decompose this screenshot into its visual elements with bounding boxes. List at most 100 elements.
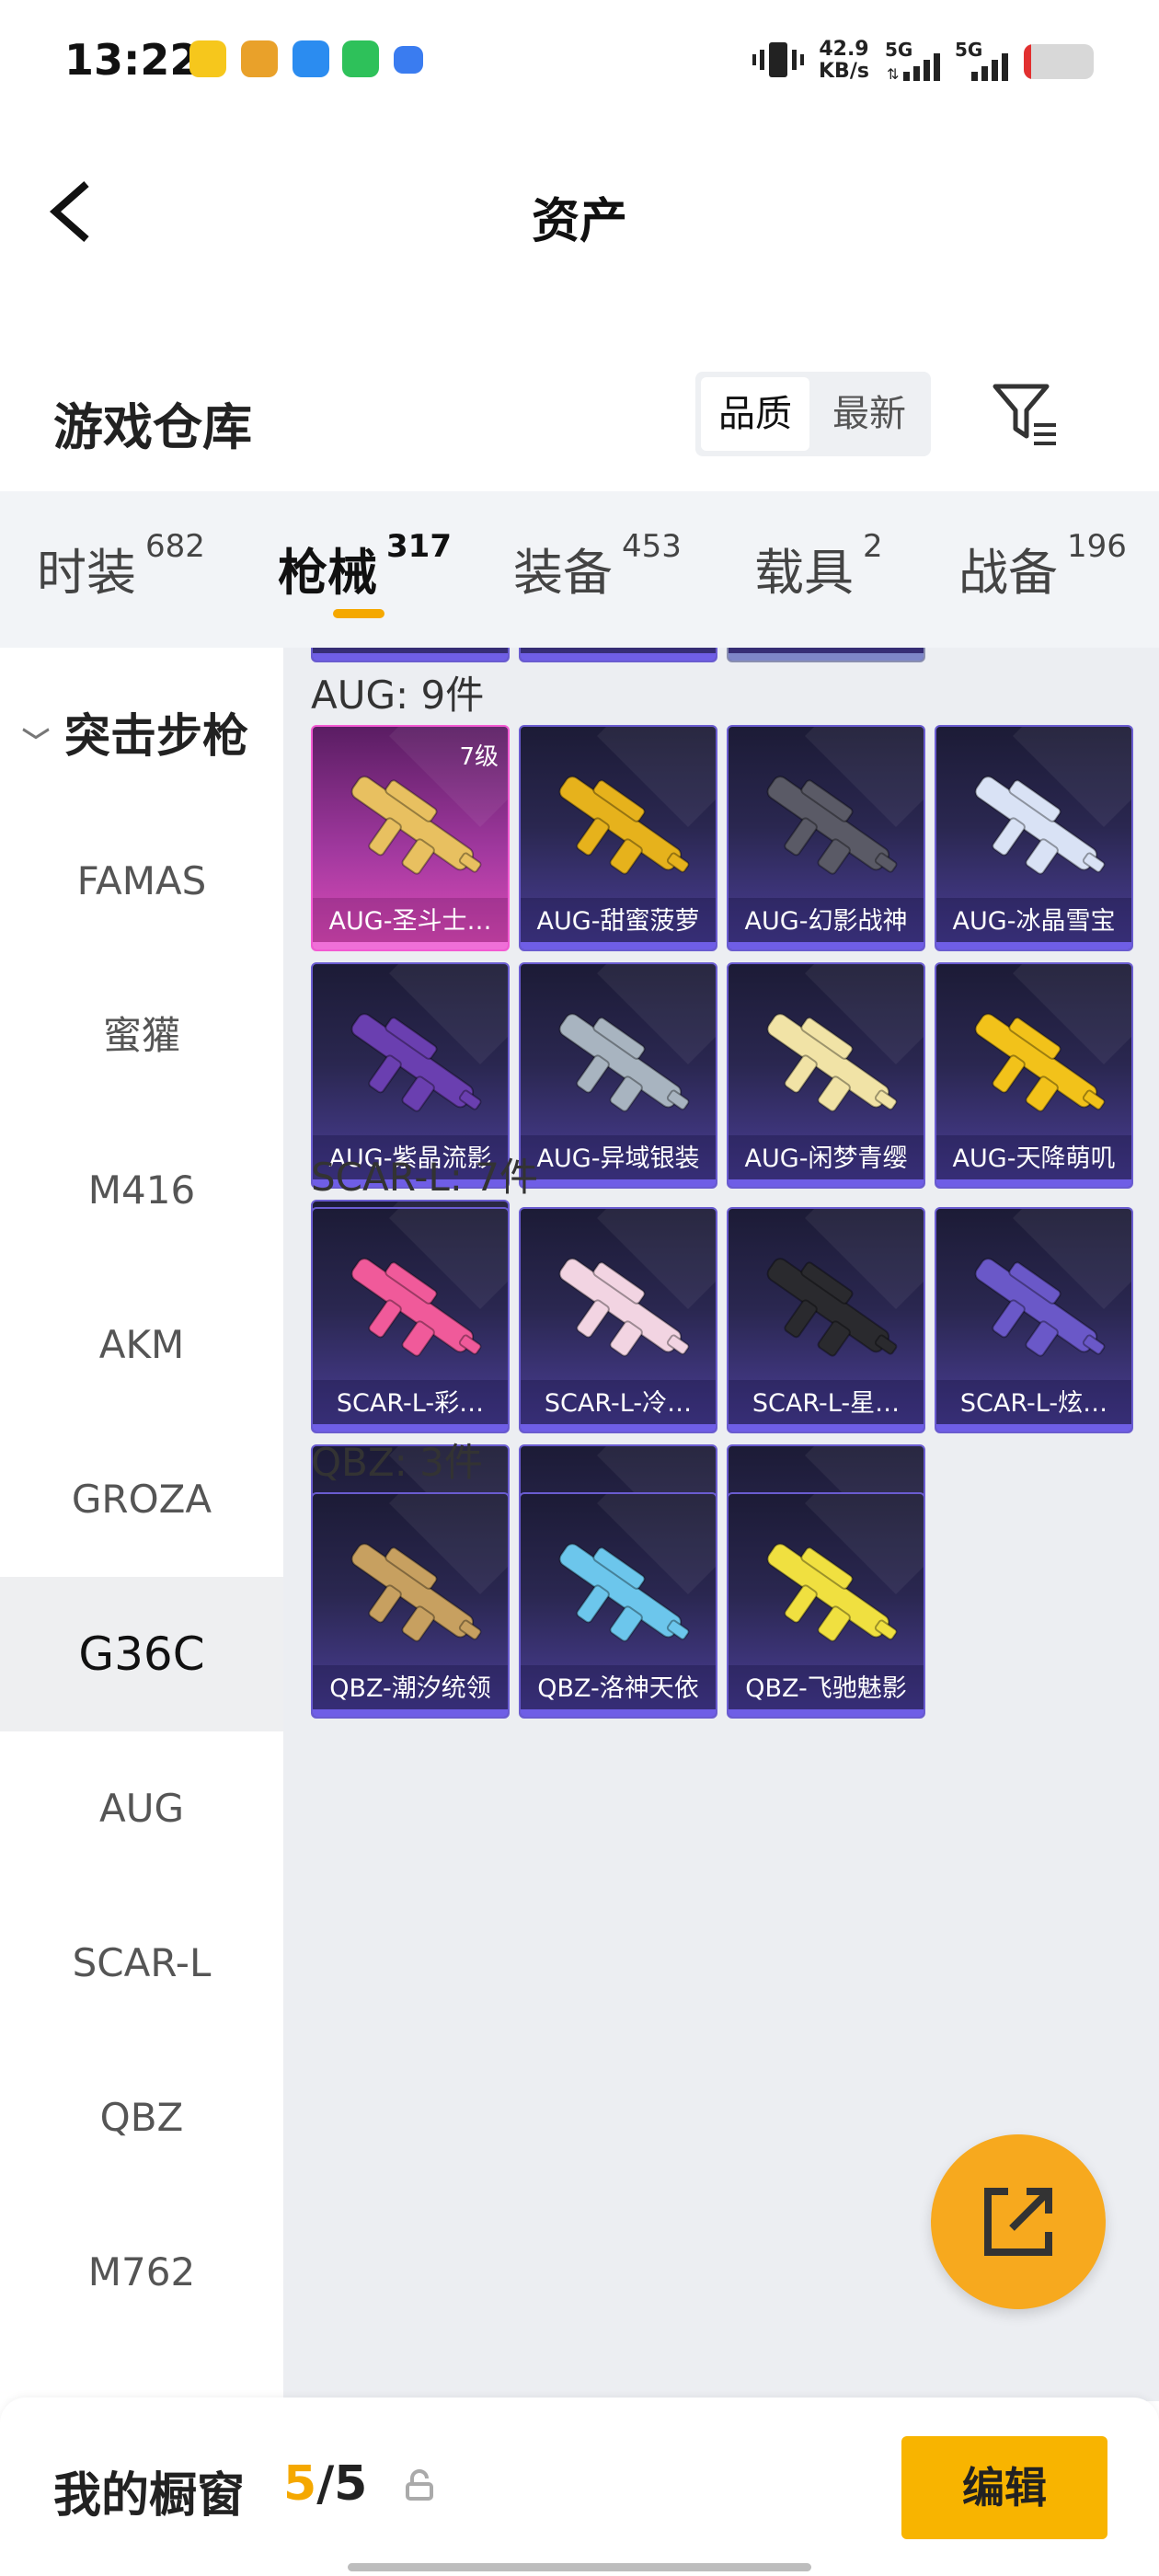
share-external-icon xyxy=(984,2188,1052,2256)
gun-image xyxy=(558,1013,690,1112)
skin-card[interactable]: AUG-冰晶雪宝 xyxy=(935,725,1133,951)
sidebar-item-honey-badger[interactable]: 蜜獾 xyxy=(0,959,283,1113)
skin-name xyxy=(521,648,716,661)
sidebar-item-groza[interactable]: GROZA xyxy=(0,1422,283,1577)
tab-fashion[interactable]: 时装 682 xyxy=(37,528,205,604)
skin-name: QBZ-潮汐统领 xyxy=(313,1665,508,1717)
skin-name: AUG-幻影战神 xyxy=(729,898,924,949)
game-app-icon-2 xyxy=(241,40,278,77)
skin-card[interactable]: AUG-幻影战神 xyxy=(727,725,925,951)
skin-card[interactable]: SCAR-L-彩… xyxy=(311,1207,510,1433)
sidebar-item-g36c[interactable]: G36C xyxy=(0,1577,283,1731)
sidebar-item-scar-l[interactable]: SCAR-L xyxy=(0,1886,283,2041)
vibrate-icon xyxy=(752,42,804,77)
gun-image xyxy=(350,1543,482,1642)
skin-name: SCAR-L-星… xyxy=(729,1380,924,1432)
status-time: 13:22 xyxy=(64,35,200,85)
sort-option-quality[interactable]: 品质 xyxy=(701,377,809,451)
skin-name: SCAR-L-冷… xyxy=(521,1380,716,1432)
gun-image xyxy=(974,776,1106,875)
skin-name: SCAR-L-彩… xyxy=(313,1380,508,1432)
skin-name: AUG-闲梦青缨 xyxy=(729,1135,924,1187)
skin-name: SCAR-L-炫… xyxy=(936,1380,1131,1432)
skin-card[interactable]: SCAR-L-炫… xyxy=(935,1207,1133,1433)
skin-card-partial[interactable] xyxy=(311,648,510,662)
section-title: 游戏仓库 xyxy=(53,398,252,456)
skin-card[interactable]: SCAR-L-冷… xyxy=(519,1207,717,1433)
gun-image xyxy=(350,1013,482,1112)
group-title: QBZ: 3件 xyxy=(311,1440,483,1485)
skin-card[interactable]: 7级 AUG-圣斗士… xyxy=(311,725,510,951)
skin-name: AUG-圣斗士… xyxy=(313,898,508,949)
svg-text:⇅: ⇅ xyxy=(887,65,899,81)
skin-name: AUG-冰晶雪宝 xyxy=(936,898,1131,949)
gun-image xyxy=(558,776,690,875)
skin-card[interactable]: AUG-甜蜜菠萝 xyxy=(519,725,717,951)
showcase-label: 我的橱窗 xyxy=(53,2468,246,2524)
skin-card[interactable]: QBZ-飞驰魅影 xyxy=(727,1492,925,1719)
gun-image xyxy=(766,776,898,875)
skin-card[interactable]: AUG-天降萌叽 xyxy=(935,962,1133,1189)
tab-equipment[interactable]: 装备 453 xyxy=(513,528,682,604)
gun-image xyxy=(766,1258,898,1357)
page-title: 资产 xyxy=(531,194,627,249)
skin-card[interactable]: AUG-闲梦青缨 xyxy=(727,962,925,1189)
skin-name: QBZ-飞驰魅影 xyxy=(729,1665,924,1717)
skin-name xyxy=(313,648,508,661)
showcase-count: 5/5 xyxy=(283,2456,368,2512)
skin-card-partial[interactable] xyxy=(519,648,717,662)
battery-icon xyxy=(1024,44,1094,79)
skin-card[interactable]: QBZ-洛神天依 xyxy=(519,1492,717,1719)
skin-name: AUG-异域银装 xyxy=(521,1135,716,1187)
gun-image xyxy=(974,1013,1106,1112)
sidebar-item-aug[interactable]: AUG xyxy=(0,1731,283,1886)
category-tabs: 时装 682 枪械 317 装备 453 载具 2 战备 196 xyxy=(0,491,1159,648)
group-title: AUG: 9件 xyxy=(311,673,485,718)
sidebar-item-famas[interactable]: FAMAS xyxy=(0,804,283,959)
game-app-icon xyxy=(189,40,226,77)
filter-button[interactable] xyxy=(990,379,1063,453)
skin-card-partial[interactable] xyxy=(727,648,925,662)
lock-icon xyxy=(406,2469,433,2501)
sort-option-latest[interactable]: 最新 xyxy=(815,377,924,451)
showcase-bar: 我的橱窗 5/5 编辑 xyxy=(0,2398,1159,2576)
browser-icon xyxy=(293,40,329,77)
skin-name xyxy=(729,648,924,661)
tab-vehicles[interactable]: 载具 2 xyxy=(754,528,883,604)
skin-card[interactable]: SCAR-L-星… xyxy=(727,1207,925,1433)
signal-icon xyxy=(971,53,1008,81)
weapon-sidebar: ﹀ 突击步枪 FAMAS 蜜獾 M416 AKM GROZA G36C AUG S… xyxy=(0,648,283,2401)
share-button[interactable] xyxy=(931,2134,1106,2309)
skin-name: AUG-甜蜜菠萝 xyxy=(521,898,716,949)
gun-image xyxy=(558,1543,690,1642)
tab-active-indicator xyxy=(333,609,384,618)
tab-supplies[interactable]: 战备 196 xyxy=(958,528,1127,604)
gun-image xyxy=(766,1013,898,1112)
edit-button[interactable]: 编辑 xyxy=(901,2436,1107,2539)
signal-icon: ⇅ xyxy=(887,53,940,81)
skin-card[interactable]: QBZ-潮汐统领 xyxy=(311,1492,510,1719)
tab-guns[interactable]: 枪械 317 xyxy=(278,528,452,604)
wechat-icon xyxy=(342,40,379,77)
home-indicator xyxy=(348,2563,811,2571)
sidebar-group-header[interactable]: ﹀ 突击步枪 xyxy=(22,699,248,765)
sidebar-item-akm[interactable]: AKM xyxy=(0,1268,283,1422)
chevron-down-icon: ﹀ xyxy=(22,726,50,759)
skin-name: QBZ-洛神天依 xyxy=(521,1665,716,1717)
skin-card[interactable]: AUG-异域银装 xyxy=(519,962,717,1189)
gun-image xyxy=(974,1258,1106,1357)
gun-image xyxy=(350,1258,482,1357)
gun-image xyxy=(766,1543,898,1642)
gun-image xyxy=(558,1258,690,1357)
skin-level-badge: 7级 xyxy=(459,743,499,771)
filter-icon xyxy=(993,384,1056,445)
sidebar-item-qbz[interactable]: QBZ xyxy=(0,2041,283,2195)
skin-name: AUG-天降萌叽 xyxy=(936,1135,1131,1187)
status-bar: 13:22 42.9 KB/s 5G ⇅ 5G xyxy=(0,0,1159,129)
sidebar-item-m762[interactable]: M762 xyxy=(0,2195,283,2350)
sidebar-item-m416[interactable]: M416 xyxy=(0,1113,283,1268)
group-title: SCAR-L: 7件 xyxy=(311,1155,538,1200)
message-icon xyxy=(394,46,423,74)
net-speed: 42.9 KB/s xyxy=(819,38,869,83)
sort-toggle: 品质 最新 xyxy=(695,372,931,456)
